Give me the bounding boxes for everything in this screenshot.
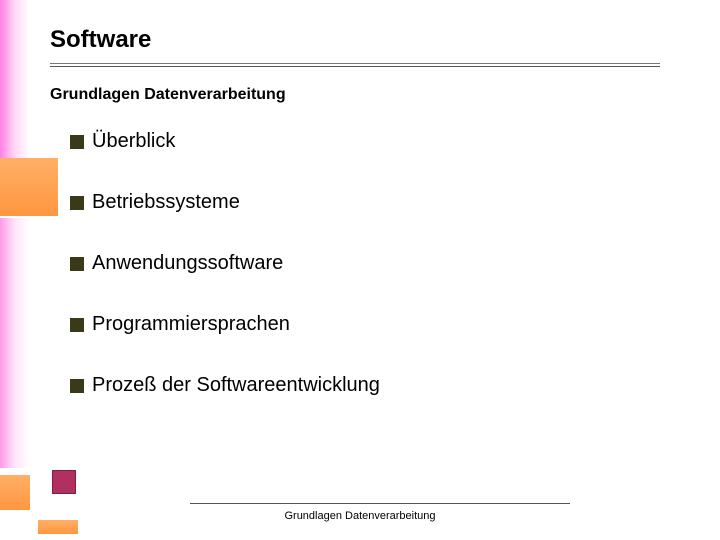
bullet-label: Programmiersprachen — [92, 313, 290, 336]
bullet-list: Überblick Betriebssysteme Anwendungssoft… — [70, 130, 380, 435]
list-item: Programmiersprachen — [70, 313, 380, 336]
footer-line — [190, 503, 570, 504]
bullet-label: Betriebssysteme — [92, 191, 240, 214]
bullet-label: Prozeß der Softwareentwicklung — [92, 374, 380, 397]
list-item: Prozeß der Softwareentwicklung — [70, 374, 380, 397]
title-underline — [50, 66, 660, 67]
header: Software — [50, 26, 680, 54]
bullet-icon — [70, 318, 84, 332]
bullet-label: Anwendungssoftware — [92, 252, 283, 275]
bullet-label: Überblick — [92, 130, 175, 153]
decorative-gradient-top — [0, 0, 30, 160]
slide-title: Software — [50, 26, 161, 54]
decorative-gradient-mid — [0, 218, 30, 468]
bullet-icon — [70, 196, 84, 210]
slide-subtitle: Grundlagen Datenverarbeitung — [50, 86, 286, 104]
list-item: Überblick — [70, 130, 380, 153]
bullet-icon — [70, 135, 84, 149]
bullet-icon — [70, 379, 84, 393]
list-item: Anwendungssoftware — [70, 252, 380, 275]
decorative-orange-block-bottom — [0, 475, 30, 510]
footer-text: Grundlagen Datenverarbeitung — [0, 510, 720, 522]
list-item: Betriebssysteme — [70, 191, 380, 214]
decorative-orange-strip — [38, 520, 78, 534]
bullet-icon — [70, 257, 84, 271]
decorative-small-square — [52, 470, 76, 494]
decorative-orange-block — [0, 158, 58, 216]
